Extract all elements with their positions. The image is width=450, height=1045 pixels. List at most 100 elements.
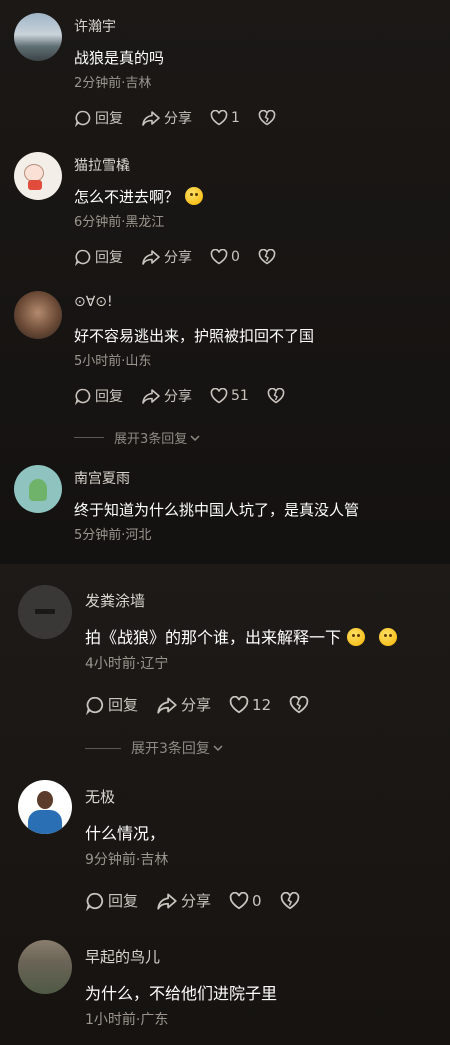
share-button[interactable]: 分享	[141, 108, 192, 128]
like-count: 1	[231, 110, 240, 126]
surprised-emoji-icon	[347, 628, 366, 646]
reply-label: 回复	[108, 696, 139, 714]
surprised-emoji-icon	[379, 628, 398, 646]
chevron-down-icon	[190, 434, 200, 441]
broken-heart-icon	[289, 695, 309, 713]
reply-icon	[86, 696, 104, 715]
share-label: 分享	[181, 892, 212, 910]
comment-username[interactable]: ⊙∀⊙!	[74, 294, 113, 310]
avatar[interactable]	[18, 780, 72, 834]
divider	[85, 747, 121, 749]
like-count: 0	[231, 249, 240, 265]
comment-actions: 回复 分享 51	[74, 386, 306, 406]
comment-meta: 9分钟前·吉林	[85, 852, 169, 868]
like-button[interactable]: 1	[210, 110, 240, 126]
reply-button[interactable]: 回复	[74, 386, 123, 406]
comment-text-content: 拍《战狼》的那个谁，出来解释一下	[85, 628, 342, 647]
like-count: 0	[252, 891, 262, 910]
heart-icon	[229, 695, 249, 713]
heart-icon	[210, 249, 228, 265]
share-button[interactable]: 分享	[156, 694, 211, 715]
share-button[interactable]: 分享	[156, 890, 211, 911]
avatar-person-body	[28, 810, 62, 834]
comment-text: 好不容易逃出来，护照被扣回不了国	[74, 327, 315, 345]
comment-meta: 1小时前·广东	[85, 1012, 169, 1028]
comment-actions: 回复 分享 1	[74, 108, 297, 128]
broken-heart-icon	[280, 891, 299, 909]
avatar[interactable]	[18, 585, 72, 639]
like-count: 51	[231, 388, 249, 404]
comment-username[interactable]: 许瀚宇	[74, 16, 116, 36]
share-label: 分享	[164, 250, 192, 266]
comment-text: 什么情况，	[85, 824, 166, 843]
reply-label: 回复	[95, 111, 123, 127]
expand-replies-button[interactable]: 展开3条回复	[85, 738, 224, 758]
dislike-button[interactable]	[258, 110, 279, 126]
like-button[interactable]: 0	[229, 891, 262, 910]
comments-panel-top: 许瀚宇 战狼是真的吗 2分钟前·吉林 回复 分享 1 猫拉雪橇 怎么不进去啊？ …	[0, 0, 450, 564]
share-button[interactable]: 分享	[141, 247, 192, 267]
dislike-button[interactable]	[289, 695, 312, 714]
avatar[interactable]	[18, 940, 72, 994]
avatar[interactable]	[14, 13, 62, 61]
reply-label: 回复	[108, 892, 139, 910]
comment-username[interactable]: 南宫夏雨	[74, 468, 130, 488]
reply-button[interactable]: 回复	[85, 890, 138, 911]
like-button[interactable]: 0	[210, 249, 240, 265]
dislike-button[interactable]	[258, 249, 279, 265]
comment-username[interactable]: 发粪涂墙	[85, 590, 145, 611]
reply-button[interactable]: 回复	[74, 247, 123, 267]
expand-replies-label: 展开3条回复	[114, 432, 188, 447]
comment-actions: 回复 分享 0	[85, 890, 321, 911]
heart-icon	[229, 891, 249, 909]
comment-meta: 5分钟前·河北	[74, 528, 152, 543]
reply-label: 回复	[95, 250, 123, 266]
avatar-person-head	[37, 791, 53, 809]
comment-username[interactable]: 早起的鸟儿	[85, 946, 160, 967]
heart-icon	[210, 388, 228, 404]
comment-text-content: 怎么不进去啊？	[74, 188, 180, 206]
comment-meta: 6分钟前·黑龙江	[74, 215, 165, 230]
broken-heart-icon	[267, 388, 285, 404]
share-icon	[157, 893, 177, 910]
avatar-cartoon-body	[28, 180, 42, 190]
comment-text: 终于知道为什么挑中国人坑了，是真没人管	[74, 501, 360, 519]
dislike-button[interactable]	[267, 388, 288, 404]
reply-label: 回复	[95, 389, 123, 405]
comment-meta: 5小时前·山东	[74, 354, 152, 369]
reply-button[interactable]: 回复	[85, 694, 138, 715]
comment-username[interactable]: 猫拉雪橇	[74, 155, 130, 175]
comment-username[interactable]: 无极	[85, 786, 115, 807]
comment-text: 怎么不进去啊？	[74, 186, 204, 207]
broken-heart-icon	[258, 110, 276, 126]
like-button[interactable]: 12	[229, 695, 272, 714]
comment-text: 战狼是真的吗	[74, 49, 165, 67]
avatar[interactable]	[14, 465, 62, 513]
reply-icon	[86, 892, 104, 911]
reply-icon	[75, 249, 91, 266]
comment-actions: 回复 分享 12	[85, 694, 330, 715]
like-button[interactable]: 51	[210, 388, 249, 404]
share-icon	[157, 697, 177, 714]
expand-replies-label: 展开3条回复	[131, 741, 210, 757]
comment-meta: 2分钟前·吉林	[74, 76, 152, 91]
comment-meta: 4小时前·辽宁	[85, 656, 169, 672]
expand-replies-button[interactable]: 展开3条回复	[74, 428, 201, 447]
comments-panel-bottom: 发粪涂墙 拍《战狼》的那个谁，出来解释一下 4小时前·辽宁 回复 分享 12 展…	[0, 564, 450, 1045]
avatar-logo	[35, 609, 55, 614]
share-label: 分享	[164, 389, 192, 405]
wink-emoji-icon	[185, 187, 204, 205]
share-icon	[142, 111, 160, 126]
divider	[74, 437, 104, 438]
avatar[interactable]	[14, 152, 62, 200]
broken-heart-icon	[258, 249, 276, 265]
reply-button[interactable]: 回复	[74, 108, 123, 128]
share-button[interactable]: 分享	[141, 386, 192, 406]
heart-icon	[210, 110, 228, 126]
avatar[interactable]	[14, 291, 62, 339]
avatar-cartoon-figure	[29, 479, 47, 501]
like-count: 12	[252, 695, 272, 714]
dislike-button[interactable]	[280, 891, 303, 910]
comment-text: 为什么，不给他们进院子里	[85, 984, 278, 1003]
comment-text: 拍《战狼》的那个谁，出来解释一下	[85, 624, 398, 648]
